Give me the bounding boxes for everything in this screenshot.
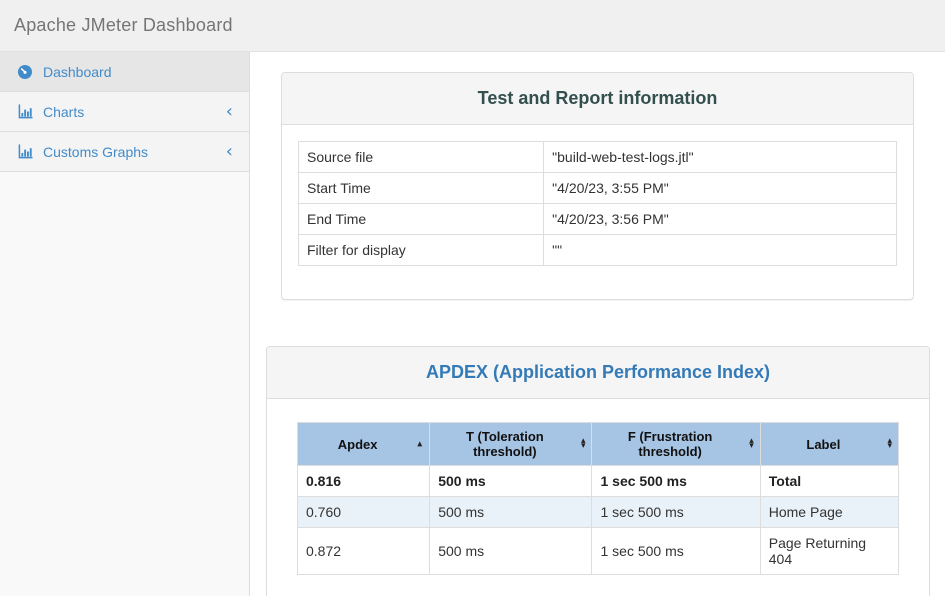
table-row: 0.760 500 ms 1 sec 500 ms Home Page <box>298 497 899 528</box>
column-header-toleration[interactable]: T (Toleration threshold) ▴▾ <box>430 423 592 466</box>
table-row: 0.872 500 ms 1 sec 500 ms Page Returning… <box>298 528 899 575</box>
apdex-table: Apdex ▴ T (Toleration threshold) ▴▾ F (F… <box>297 422 899 575</box>
info-label-cell: End Time <box>299 204 544 235</box>
sidebar-item-label: Dashboard <box>43 64 233 80</box>
apdex-score-cell: 0.872 <box>298 528 430 575</box>
apdex-score-cell: 0.760 <box>298 497 430 528</box>
label-cell: Home Page <box>760 497 898 528</box>
apdex-table-header-row: Apdex ▴ T (Toleration threshold) ▴▾ F (F… <box>298 423 899 466</box>
info-label-cell: Filter for display <box>299 235 544 266</box>
info-value-cell: "4/20/23, 3:55 PM" <box>544 173 897 204</box>
label-cell: Total <box>760 466 898 497</box>
frustration-cell: 1 sec 500 ms <box>592 528 760 575</box>
app-header: Apache JMeter Dashboard <box>0 0 945 52</box>
table-row: End Time "4/20/23, 3:56 PM" <box>299 204 897 235</box>
label-cell: Page Returning 404 <box>760 528 898 575</box>
info-value-cell: "build-web-test-logs.jtl" <box>544 142 897 173</box>
apdex-panel-title: APDEX (Application Performance Index) <box>426 362 770 382</box>
info-value-cell: "4/20/23, 3:56 PM" <box>544 204 897 235</box>
sort-ascending-icon[interactable]: ▴ <box>417 439 422 450</box>
sort-both-icon[interactable]: ▴▾ <box>887 439 892 449</box>
column-header-label[interactable]: Label ▴▾ <box>760 423 898 466</box>
apdex-score-cell: 0.816 <box>298 466 430 497</box>
main-content: Test and Report information Source file … <box>250 52 945 596</box>
test-info-panel-body: Source file "build-web-test-logs.jtl" St… <box>282 125 913 299</box>
frustration-cell: 1 sec 500 ms <box>592 497 760 528</box>
test-info-panel-title: Test and Report information <box>478 88 718 108</box>
sidebar: Dashboard Charts ‹ Customs Graphs <box>0 52 250 596</box>
apdex-panel: APDEX (Application Performance Index) Ap… <box>266 346 930 596</box>
sort-both-icon[interactable]: ▴▾ <box>581 439 586 449</box>
table-row: Start Time "4/20/23, 3:55 PM" <box>299 173 897 204</box>
chevron-left-icon[interactable]: ‹ <box>226 105 233 119</box>
chevron-left-icon[interactable]: ‹ <box>226 145 233 159</box>
frustration-cell: 1 sec 500 ms <box>592 466 760 497</box>
sidebar-item-dashboard[interactable]: Dashboard <box>0 52 249 92</box>
sort-both-icon[interactable]: ▴▾ <box>749 439 754 449</box>
sidebar-item-label: Charts <box>43 104 226 120</box>
table-row-total: 0.816 500 ms 1 sec 500 ms Total <box>298 466 899 497</box>
test-info-table: Source file "build-web-test-logs.jtl" St… <box>298 141 897 266</box>
table-row: Source file "build-web-test-logs.jtl" <box>299 142 897 173</box>
test-info-panel: Test and Report information Source file … <box>281 72 914 300</box>
table-row: Filter for display "" <box>299 235 897 266</box>
apdex-panel-body: Apdex ▴ T (Toleration threshold) ▴▾ F (F… <box>267 399 929 596</box>
toleration-cell: 500 ms <box>430 497 592 528</box>
tachometer-icon <box>17 64 33 80</box>
toleration-cell: 500 ms <box>430 528 592 575</box>
bar-chart-icon <box>17 104 33 120</box>
test-info-panel-heading: Test and Report information <box>282 73 913 125</box>
toleration-cell: 500 ms <box>430 466 592 497</box>
sidebar-item-customs-graphs[interactable]: Customs Graphs ‹ <box>0 132 249 172</box>
info-label-cell: Source file <box>299 142 544 173</box>
info-value-cell: "" <box>544 235 897 266</box>
column-header-apdex[interactable]: Apdex ▴ <box>298 423 430 466</box>
sidebar-item-label: Customs Graphs <box>43 144 226 160</box>
sidebar-item-charts[interactable]: Charts ‹ <box>0 92 249 132</box>
info-label-cell: Start Time <box>299 173 544 204</box>
app-title: Apache JMeter Dashboard <box>14 15 233 36</box>
apdex-panel-heading: APDEX (Application Performance Index) <box>267 347 929 399</box>
bar-chart-icon <box>17 144 33 160</box>
column-header-frustration[interactable]: F (Frustration threshold) ▴▾ <box>592 423 760 466</box>
